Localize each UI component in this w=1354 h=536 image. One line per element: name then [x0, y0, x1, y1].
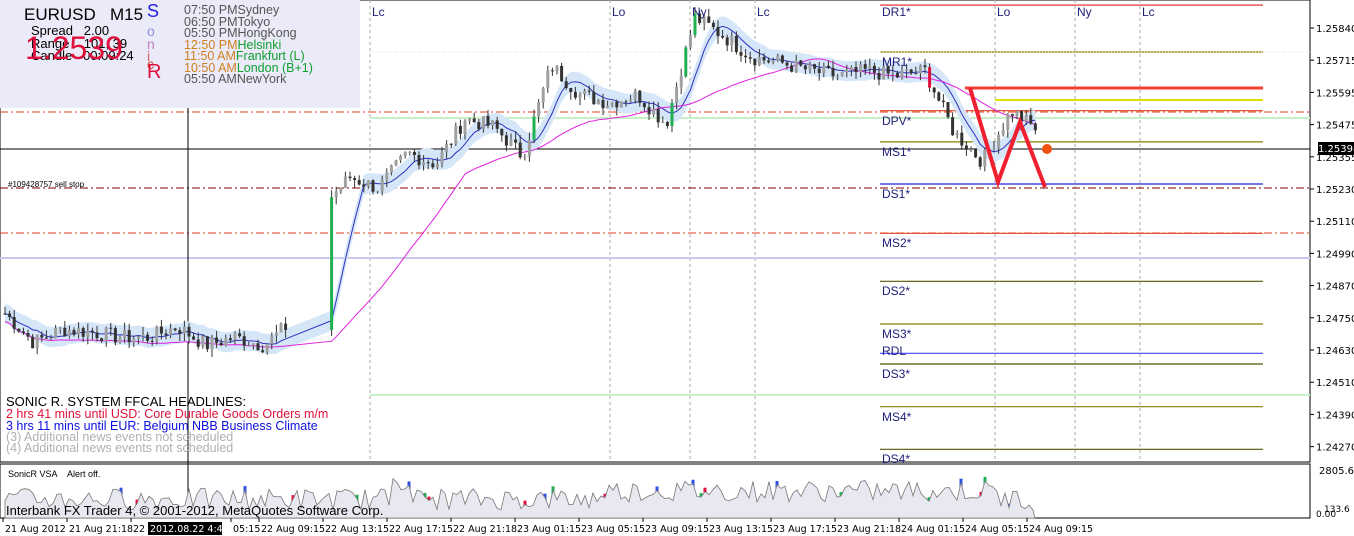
pivot-label: DS2*	[882, 284, 911, 299]
pivot-label: MS2*	[882, 236, 912, 251]
candle	[974, 148, 978, 159]
price-axis-label: 1.25110	[1316, 217, 1354, 228]
indicator-max: 2805.6	[1319, 466, 1354, 477]
price-axis-label: 1.24750	[1316, 314, 1354, 325]
session-marker: Lc	[372, 5, 385, 19]
candle	[330, 190, 334, 336]
pivot-label: MS4*	[882, 409, 912, 424]
pivot-label: DS3*	[882, 367, 911, 381]
time-axis-label: 21 Aug 21:18	[69, 524, 133, 535]
time-axis-label: 22 Aug 17:15	[389, 524, 453, 535]
time-axis-label: 23 Aug 05:15	[581, 524, 645, 535]
time-axis-label: 23 Aug 13:15	[709, 524, 773, 535]
price-axis-label: 1.25840	[1316, 24, 1354, 35]
pivot-label: MS1*	[882, 144, 912, 159]
time-axis-label: 24 Aug 01:15	[901, 524, 965, 535]
price-axis-label: 1.24270	[1316, 443, 1354, 454]
time-axis-label: 22 Aug 09:15	[261, 524, 325, 535]
time-axis-label: 21 Aug 2012	[5, 524, 66, 535]
time-axis-label: 23 Aug 01:15	[517, 524, 581, 535]
indicator-name: SonicR VSA Alert off.	[8, 469, 101, 479]
time-axis-label: 23 Aug 21:18	[837, 524, 901, 535]
price-axis-label: 1.24630	[1316, 346, 1354, 357]
copyright-text: Interbank FX Trader 4, © 2001-2012, Meta…	[6, 503, 384, 518]
crosshair-time-label: 2012.08.22 4:45	[150, 524, 229, 535]
price-axis-label: 1.25230	[1316, 185, 1354, 196]
time-axis-label: 24 Aug 05:15	[965, 524, 1029, 535]
session-marker: Ny	[692, 5, 707, 19]
price-axis-label: 1.25595	[1316, 88, 1354, 99]
time-axis-label: 22 Aug 13:15	[325, 524, 389, 535]
indicator-zero: 0.00	[1316, 510, 1337, 520]
time-axis-label: 05:15	[233, 524, 260, 535]
candle	[113, 325, 117, 346]
session-marker: Ny	[1077, 5, 1092, 19]
time-axis-label: 24 Aug 09:15	[1029, 524, 1093, 535]
session-marker: Lc	[1142, 5, 1155, 19]
pivot-label: DPV*	[882, 113, 912, 128]
candle	[928, 63, 932, 92]
pivot-label: DS1*	[882, 187, 911, 201]
bid-price: 1.2539	[25, 30, 123, 66]
projection-dot	[1042, 144, 1052, 154]
candle	[684, 45, 688, 78]
time-axis-label: 23 Aug 17:15	[773, 524, 837, 535]
candle	[279, 322, 283, 333]
price-axis-label: 1.25715	[1316, 56, 1354, 67]
session-marker: Lo	[997, 5, 1011, 19]
candle	[201, 334, 205, 349]
news-item: (4) Additional news events not scheduled	[6, 441, 234, 455]
pivot-label: DS4*	[882, 452, 911, 467]
candle	[619, 101, 623, 108]
order-label: #109428757 sell stop	[8, 180, 85, 189]
pivot-label: MR1*	[882, 55, 913, 69]
session-marker: Lc	[757, 5, 770, 19]
time-axis-label: 23 Aug 09:15	[645, 524, 709, 535]
pivot-label: MS3*	[882, 327, 912, 341]
price-axis-label: 1.24390	[1316, 410, 1354, 421]
news-title: SONIC R. SYSTEM FFCAL HEADLINES:	[6, 394, 247, 409]
price-axis-label: 1.24990	[1316, 249, 1354, 260]
candle	[946, 102, 950, 119]
session-clock: 05:50 AMNewYork	[184, 72, 287, 86]
time-axis-label: 22 Aug 21:18	[453, 524, 517, 535]
candle	[780, 54, 784, 64]
symbol-label: EURUSD M15	[24, 5, 144, 24]
session-marker: Lo	[612, 5, 626, 19]
price-axis-label: 1.25475	[1316, 121, 1354, 132]
session-city: NewYork	[236, 72, 287, 86]
pivot-label: DR1*	[882, 5, 911, 19]
session-time: 05:50 AM	[184, 72, 237, 86]
sonic-logo-s: S	[147, 1, 160, 21]
price-axis-label: 1.24870	[1316, 282, 1354, 293]
candle	[454, 122, 458, 146]
price-axis-label: 1.24510	[1316, 378, 1354, 389]
candle	[937, 91, 941, 102]
pivot-label: RDL	[882, 344, 907, 359]
sonic-logo-r: R	[147, 61, 162, 83]
current-price-label: 1.25398	[1318, 144, 1354, 155]
